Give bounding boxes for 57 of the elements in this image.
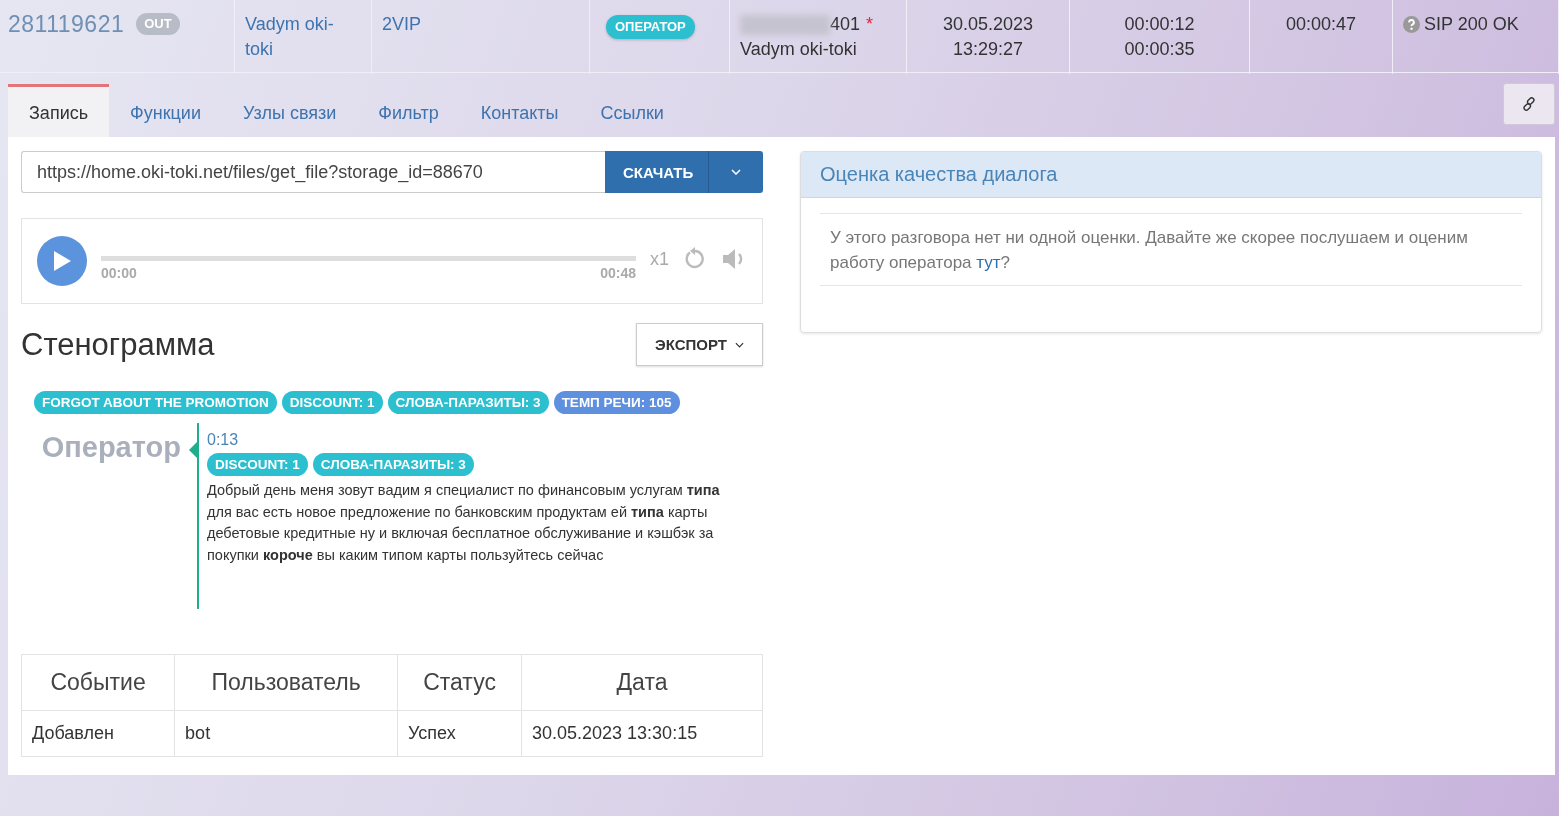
- tag-badge: DISCOUNT: 1: [207, 453, 308, 476]
- replay-icon[interactable]: [683, 247, 707, 271]
- download-button[interactable]: СКАЧАТЬ: [605, 151, 708, 193]
- tag-badge: ТЕМП РЕЧИ: 105: [553, 391, 680, 414]
- tab[interactable]: Ссылки: [579, 84, 685, 137]
- call-id: 281119621: [8, 12, 125, 37]
- contact-name: Vadym oki-toki: [245, 13, 335, 61]
- column-header: Дата: [521, 654, 763, 711]
- tab[interactable]: Узлы связи: [222, 84, 358, 137]
- call-date: 30.05.2023: [942, 13, 1034, 36]
- table-cell: Добавлен: [21, 710, 175, 757]
- tag-badge: СЛОВА-ПАРАЗИТЫ: 3: [312, 453, 474, 476]
- url-field[interactable]: https://home.oki-toki.net/files/get_file?storage_id=88670: [21, 151, 605, 193]
- tab[interactable]: Фильтр: [357, 84, 460, 137]
- call-time: 13:29:27: [952, 38, 1024, 61]
- link-button[interactable]: [1503, 83, 1555, 125]
- section-title: Стенограмма: [21, 326, 215, 363]
- column-header: Пользователь: [174, 654, 398, 711]
- card-title: Оценка качества диалога: [801, 152, 1541, 198]
- export-button[interactable]: ЭКСПОРТ: [636, 323, 763, 366]
- direction-badge: OUT: [136, 13, 180, 35]
- chevron-icon: [735, 341, 744, 348]
- play-button[interactable]: [37, 236, 87, 286]
- speed-button[interactable]: x1: [650, 248, 669, 270]
- chevron-icon: [731, 169, 741, 175]
- help-icon[interactable]: [1403, 16, 1420, 33]
- total-duration: 00:00:47: [1285, 13, 1357, 36]
- table-cell: 30.05.2023 13:30:15: [521, 710, 763, 757]
- talk-duration: 00:00:35: [1124, 38, 1195, 61]
- wait-duration: 00:00:12: [1124, 13, 1195, 36]
- table-cell: bot: [174, 710, 398, 757]
- current-time: 00:00: [101, 264, 137, 281]
- sip-status: SIP 200 OK: [1424, 13, 1519, 36]
- column-header: Статус: [397, 654, 522, 711]
- tariff-label: 2VIP: [382, 13, 423, 36]
- rating-message: У этого разговора нет ни одной оценки. Давайте же скорее послушаем и оценим работу оператора тут?: [820, 213, 1522, 286]
- play-icon: [52, 250, 72, 272]
- table-cell: Успех: [397, 710, 522, 757]
- timestamp: 0:13: [207, 431, 240, 449]
- rating-link[interactable]: тут: [976, 253, 1001, 272]
- transcript-text: Добрый день меня зовут вадим я специалист по финансовым услугам типа для вас есть новое предложение по банковским продуктам ей типа карты дебетовые кредитные ну и включая бесплатное обслуживание и кэшбэк за покупки короче вы каким типом карты пользуйтесь сейчас: [207, 481, 721, 565]
- tab[interactable]: Запись: [8, 84, 110, 137]
- tab[interactable]: Контакты: [459, 84, 580, 137]
- progress-track[interactable]: [101, 255, 636, 261]
- role-badge: ОПЕРАТОР: [606, 15, 695, 39]
- tab[interactable]: Функции: [109, 84, 222, 137]
- required-mark: *: [866, 13, 874, 36]
- tag-badge: СЛОВА-ПАРАЗИТЫ: 3: [387, 391, 549, 414]
- duration-time: 00:48: [600, 264, 636, 281]
- speaker-label: Оператор: [40, 431, 182, 465]
- operator-name: Vadym oki-toki: [740, 38, 858, 61]
- tag-badge: DISCOUNT: 1: [281, 391, 383, 414]
- phone-number: 401: [830, 13, 861, 36]
- link-icon: [1521, 96, 1537, 112]
- column-header: Событие: [21, 654, 175, 711]
- dropdown-button[interactable]: [708, 151, 763, 193]
- tag-badge: FORGOT ABOUT THE PROMOTION: [34, 391, 277, 414]
